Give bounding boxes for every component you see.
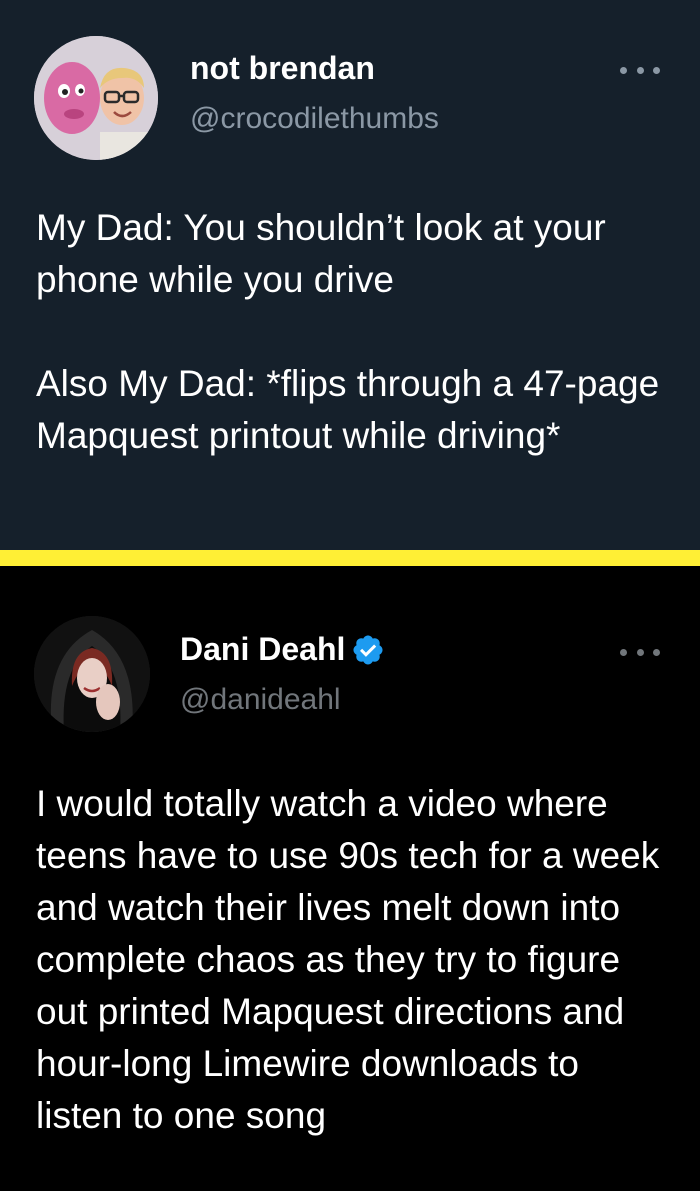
dot — [636, 66, 644, 74]
author-name[interactable]: not brendan — [190, 50, 375, 87]
author-handle[interactable]: @danideahl — [180, 683, 341, 717]
author-name-text: Dani Deahl — [180, 631, 346, 667]
more-options-icon[interactable] — [620, 64, 660, 76]
tweet-paragraph: My Dad: You shouldn’t look at your phone… — [36, 207, 606, 300]
tweet-card-1: not brendan @crocodilethumbs My Dad: You… — [0, 0, 700, 550]
dot — [620, 66, 627, 74]
tweet-text: I would totally watch a video where teen… — [36, 778, 670, 1142]
dot — [653, 66, 660, 74]
avatar[interactable] — [34, 36, 158, 160]
tweet-paragraph: I would totally watch a video where teen… — [36, 783, 660, 1136]
verified-badge-icon — [353, 634, 383, 665]
tweet-text: My Dad: You shouldn’t look at your phone… — [36, 202, 670, 462]
dot — [620, 648, 627, 656]
avatar[interactable] — [34, 616, 150, 732]
dot — [636, 648, 644, 656]
author-name[interactable]: Dani Deahl — [180, 631, 385, 668]
avatar-image — [34, 616, 150, 732]
author-handle[interactable]: @crocodilethumbs — [190, 102, 439, 136]
yellow-divider — [0, 550, 700, 566]
tweet-card-2: Dani Deahl @danideahl I would totally wa… — [0, 566, 700, 1191]
dot — [653, 648, 660, 656]
avatar-image — [34, 36, 158, 160]
more-options-icon[interactable] — [620, 646, 660, 658]
tweet-paragraph: Also My Dad: *flips through a 47-page Ma… — [36, 363, 660, 456]
